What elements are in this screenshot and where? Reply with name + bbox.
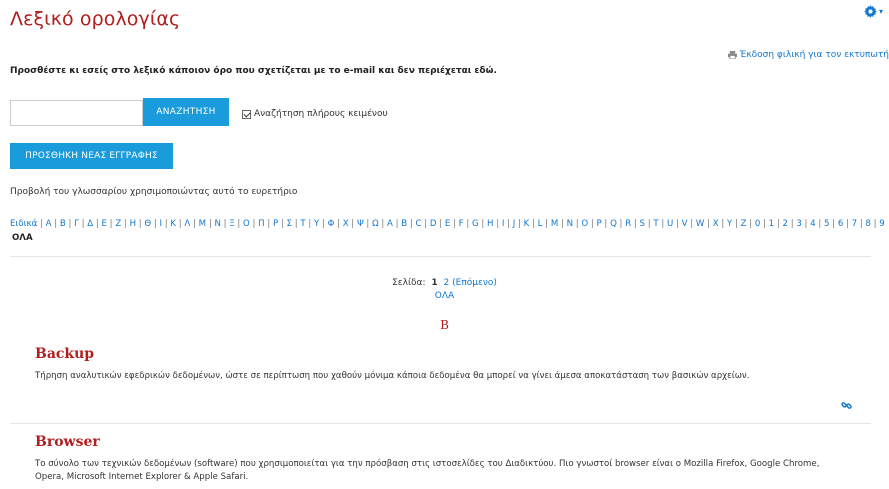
alphabet-separator: |	[493, 219, 502, 229]
fulltext-search-option[interactable]: Αναζήτηση πλήρους κειμένου	[242, 109, 388, 119]
alphabet-separator: |	[151, 219, 160, 229]
paging-label: Σελίδα:	[392, 278, 426, 288]
alphabet-separator: |	[815, 219, 824, 229]
search-input[interactable]	[10, 100, 143, 126]
alphabet-separator: |	[93, 219, 102, 229]
chevron-down-icon: ▾	[879, 6, 884, 16]
printer-icon	[727, 51, 737, 59]
alphabet-separator: |	[78, 219, 88, 229]
add-term-note: Προσθέστε κι εσείς στο λεξικό κάποιον όρ…	[10, 66, 497, 76]
alphabet-separator: |	[450, 219, 459, 229]
alphabet-letter-link[interactable]: Ψ	[357, 219, 364, 229]
alphabet-letter-link[interactable]: Ειδικά	[10, 219, 37, 229]
alphabet-separator: |	[601, 219, 611, 229]
settings-menu[interactable]: ▾	[864, 3, 889, 19]
search-button[interactable]: ΑΝΑΖΗΤΗΣΗ	[143, 98, 229, 126]
alphabet-letter-link[interactable]: Μ	[199, 219, 206, 229]
alphabet-separator: |	[319, 219, 328, 229]
alphabet-separator: |	[378, 219, 387, 229]
alphabet-letter-link[interactable]: Ω	[372, 219, 379, 229]
alphabet-separator: |	[718, 219, 727, 229]
link-icon[interactable]	[841, 396, 852, 415]
alphabet-separator: |	[658, 219, 667, 229]
alphabet-separator: |	[746, 219, 755, 229]
divider	[10, 423, 871, 424]
alphabet-separator: |	[774, 219, 783, 229]
alphabet-separator: |	[673, 219, 682, 229]
add-entry-button[interactable]: ΠΡΟΣΘΗΚΗ ΝΕΑΣ ΕΓΓΡΑΦΗΣ	[10, 143, 173, 169]
entry-term: Browser	[35, 434, 100, 450]
divider	[10, 256, 871, 257]
alphabet-separator: |	[558, 219, 567, 229]
alphabet-separator: |	[278, 219, 287, 229]
alphabet-separator: |	[616, 219, 626, 229]
alphabet-separator: |	[37, 219, 46, 229]
alphabet-separator: |	[65, 219, 75, 229]
alphabet-separator: |	[478, 219, 488, 229]
paging-current-page: 1	[431, 278, 438, 288]
alphabet-letter-link[interactable]: Q	[610, 219, 617, 229]
fulltext-checkbox[interactable]	[242, 109, 251, 119]
alphabet-index: Ειδικά | Α | Β | Γ | Δ | Ε | Ζ | Η | Θ |…	[10, 218, 885, 230]
alphabet-separator: |	[463, 219, 472, 229]
alphabet-separator: |	[801, 219, 811, 229]
alphabet-separator: |	[363, 219, 373, 229]
entry-definition-line: Το σύνολο των τεχνικών δεδομένων (softwa…	[35, 459, 820, 469]
alphabet-separator: |	[631, 219, 640, 229]
alphabet-separator: |	[515, 219, 524, 229]
paging-bar: Σελίδα: 1 2 (Επόμενο)	[0, 278, 889, 288]
page-title: Λεξικό ορολογίας	[10, 8, 181, 30]
paging-next-link[interactable]: (Επόμενο)	[452, 278, 497, 288]
alphabet-separator: |	[249, 219, 259, 229]
alphabet-all-link[interactable]: ΟΛΑ	[12, 233, 33, 243]
entry-term: Backup	[35, 346, 95, 362]
paging-page-link[interactable]: 2	[444, 278, 450, 288]
alphabet-separator: |	[829, 219, 838, 229]
alphabet-separator: |	[348, 219, 357, 229]
fulltext-label: Αναζήτηση πλήρους κειμένου	[254, 109, 388, 119]
alphabet-separator: |	[121, 219, 130, 229]
alphabet-separator: |	[407, 219, 416, 229]
paging-all-link[interactable]: ΟΛΑ	[0, 291, 889, 301]
alphabet-separator: |	[220, 219, 230, 229]
entry-definition: Το σύνολο των τεχνικών δεδομένων (softwa…	[35, 458, 819, 484]
alphabet-separator: |	[529, 219, 538, 229]
alphabet-letter-link[interactable]: D	[430, 219, 437, 229]
alphabet-separator: |	[504, 219, 513, 229]
alphabet-separator: |	[542, 219, 551, 229]
section-letter: B	[440, 318, 449, 332]
alphabet-separator: |	[760, 219, 769, 229]
gear-icon	[864, 4, 877, 18]
alphabet-separator: |	[392, 219, 402, 229]
alphabet-separator: |	[264, 219, 273, 229]
alphabet-letter-link[interactable]: G	[472, 219, 479, 229]
alphabet-separator: |	[436, 219, 445, 229]
alphabet-separator: |	[305, 219, 314, 229]
alphabet-separator: |	[334, 219, 343, 229]
alphabet-separator: |	[234, 219, 244, 229]
entry-definition-line: Opera, Microsoft Internet Explorer & App…	[35, 472, 249, 482]
alphabet-separator: |	[51, 219, 60, 229]
printer-friendly-label: Έκδοση φιλική για τον εκτυπωτή	[739, 50, 889, 60]
alphabet-separator: |	[190, 219, 199, 229]
entry-definition: Τήρηση αναλυτικών εφεδρικών δεδομένων, ώ…	[35, 371, 750, 381]
printer-friendly-link[interactable]: Έκδοση φιλική για τον εκτυπωτή	[727, 50, 889, 60]
index-label: Προβολή του γλωσσαρίου χρησιμοποιώντας α…	[10, 187, 298, 197]
alphabet-separator: |	[588, 219, 597, 229]
alphabet-separator: |	[421, 219, 430, 229]
alphabet-letter-link[interactable]: Ο	[243, 219, 250, 229]
alphabet-separator: |	[843, 219, 852, 229]
alphabet-separator: |	[732, 219, 741, 229]
alphabet-separator: |	[704, 219, 713, 229]
alphabet-separator: |	[687, 219, 696, 229]
